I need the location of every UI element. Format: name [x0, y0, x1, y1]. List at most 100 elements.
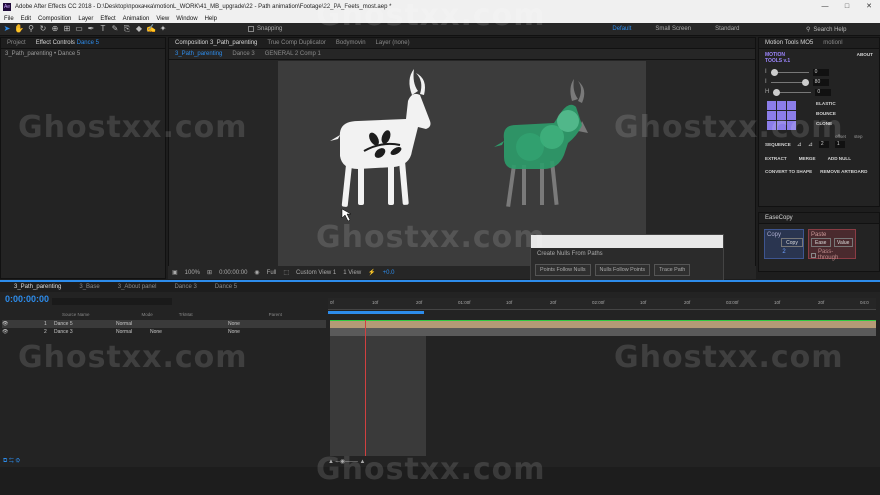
workspace-default[interactable]: Default	[612, 26, 631, 32]
bounce-button[interactable]: BOUNCE	[816, 111, 836, 116]
layer-mode[interactable]: Normal	[116, 321, 150, 327]
pan-behind-tool-icon[interactable]: ⊞	[62, 24, 72, 34]
magnification-dropdown[interactable]: 100%	[185, 270, 200, 276]
view-layout-dropdown[interactable]: 1 View	[343, 270, 361, 276]
add-null-button[interactable]: ADD NULL	[828, 156, 851, 161]
minimize-button[interactable]: —	[814, 0, 836, 14]
workspace-standard[interactable]: Standard	[715, 26, 739, 32]
timeline-search-input[interactable]	[52, 298, 172, 305]
tab-dance-5[interactable]: Dance 5	[215, 284, 237, 290]
slider-value[interactable]: 0	[815, 88, 832, 96]
copy-button[interactable]: Copy	[781, 238, 803, 247]
tab-dance-3[interactable]: Dance 3	[174, 284, 196, 290]
zoom-tool-icon[interactable]: ⚲	[26, 24, 36, 34]
col-source-name[interactable]: Source Name	[62, 312, 90, 317]
rotate-tool-icon[interactable]: ↻	[38, 24, 48, 34]
step-value[interactable]: 1	[834, 140, 845, 148]
type-tool-icon[interactable]: T	[98, 24, 108, 34]
current-time-display[interactable]: 0:00:00:00	[219, 270, 247, 276]
tab-base[interactable]: 3_Base	[79, 284, 99, 290]
elastic-button[interactable]: ELASTIC	[816, 101, 836, 106]
extract-button[interactable]: EXTRACT	[765, 156, 787, 161]
snapping-checkbox[interactable]	[248, 26, 254, 32]
menu-window[interactable]: Window	[176, 16, 197, 22]
maximize-button[interactable]: □	[836, 0, 858, 14]
clone-stamp-tool-icon[interactable]: ⎘	[122, 24, 132, 34]
layer-parent[interactable]: None	[228, 321, 240, 327]
offset-value[interactable]: 2	[818, 140, 829, 148]
always-preview-icon[interactable]: ▣	[172, 269, 178, 276]
exposure-value[interactable]: +0.0	[383, 270, 395, 276]
brush-tool-icon[interactable]: ✎	[110, 24, 120, 34]
points-follow-nulls-button[interactable]: Points Follow Nulls	[535, 264, 591, 276]
ease-slider-1[interactable]	[770, 68, 809, 76]
search-input[interactable]: Search Help	[813, 27, 846, 33]
slider-value[interactable]: 0	[812, 68, 829, 76]
convert-to-shape-button[interactable]: CONVERT TO SHAPE	[765, 169, 812, 174]
tab-composition[interactable]: Composition 3_Path_parenting	[175, 40, 257, 46]
anchor-top-center[interactable]	[777, 101, 786, 110]
menu-file[interactable]: File	[4, 16, 14, 22]
search-help[interactable]: ⚲ Search Help	[806, 25, 876, 34]
anchor-middle-left[interactable]	[767, 111, 776, 120]
camera-tool-icon[interactable]: ⊕	[50, 24, 60, 34]
rectangle-tool-icon[interactable]: ▭	[74, 24, 84, 34]
layer-row[interactable]: 👁 1 Dance 5 Normal None	[2, 320, 326, 328]
visibility-eye-icon[interactable]: 👁	[2, 321, 44, 327]
menu-effect[interactable]: Effect	[100, 16, 115, 22]
zoom-slider[interactable]: ▲ ─◉─── ▲	[328, 458, 388, 465]
slider-value[interactable]: 80	[812, 78, 829, 86]
anchor-point-grid[interactable]	[767, 101, 796, 130]
puppet-tool-icon[interactable]: ✦	[158, 24, 168, 34]
col-parent[interactable]: Parent	[269, 312, 282, 317]
tab-true-comp-duplicator[interactable]: True Comp Duplicator	[267, 40, 325, 46]
tab-project[interactable]: Project	[7, 40, 26, 46]
close-button[interactable]: ✕	[858, 0, 880, 14]
time-ruler[interactable]: 0f 10f 20f 01:00f 10f 20f 02:00f 10f 20f…	[328, 298, 876, 314]
ease-slider-3[interactable]	[773, 88, 812, 96]
fast-preview-icon[interactable]: ⚡	[368, 269, 375, 276]
pen-tool-icon[interactable]: ✒	[86, 24, 96, 34]
hand-tool-icon[interactable]: ✋	[14, 24, 24, 34]
col-mode[interactable]: Mode	[142, 312, 153, 317]
about-button[interactable]: ABOUT	[857, 52, 873, 64]
pass-through-checkbox[interactable]	[811, 252, 816, 258]
workspace-small-screen[interactable]: Small Screen	[655, 26, 691, 32]
dialog-title-bar[interactable]	[531, 235, 723, 248]
ease-button[interactable]: Ease	[811, 238, 831, 247]
layer-bar-dance-3[interactable]	[330, 328, 876, 336]
view-dropdown[interactable]: Custom View 1	[296, 270, 336, 276]
menu-view[interactable]: View	[156, 16, 169, 22]
tab-about-panel[interactable]: 3_About panel	[118, 284, 157, 290]
layer-trkmat[interactable]: None	[150, 329, 228, 335]
menu-edit[interactable]: Edit	[21, 16, 31, 22]
snapshot-icon[interactable]: ◉	[254, 269, 259, 276]
anchor-center[interactable]	[777, 111, 786, 120]
layer-row[interactable]: 👁 2 Dance 3 Normal None None	[2, 328, 326, 336]
timeline-timecode[interactable]: 0:00:00:00	[5, 294, 49, 304]
layer-name[interactable]: Dance 5	[54, 321, 116, 327]
work-area-bar[interactable]	[328, 311, 424, 314]
tab-effect-controls[interactable]: Effect Controls Dance 5	[36, 40, 99, 46]
resolution-dropdown[interactable]: Full	[267, 270, 277, 276]
layer-parent[interactable]: None	[228, 329, 240, 335]
tab-easecopy[interactable]: EaseCopy	[765, 215, 793, 221]
menu-help[interactable]: Help	[205, 16, 217, 22]
trace-path-button[interactable]: Trace Path	[654, 264, 691, 276]
clone-button[interactable]: CLONE	[816, 121, 836, 126]
anchor-bottom-center[interactable]	[777, 121, 786, 130]
selection-tool-icon[interactable]: ➤	[2, 24, 12, 34]
anchor-middle-right[interactable]	[787, 111, 796, 120]
subtab-dance-3[interactable]: Dance 3	[232, 51, 254, 57]
tab-bodymovin[interactable]: Bodymovin	[336, 40, 366, 46]
layer-mode[interactable]: Normal	[116, 329, 150, 335]
snapping-toggle[interactable]: Snapping	[248, 26, 282, 32]
anchor-bottom-left[interactable]	[767, 121, 776, 130]
anchor-bottom-right[interactable]	[787, 121, 796, 130]
timeline-footer-icons[interactable]: ⧉ ⇆ ⚙	[3, 458, 20, 465]
nulls-follow-points-button[interactable]: Nulls Follow Points	[594, 264, 651, 276]
playhead-line[interactable]	[365, 320, 366, 456]
subtab-path-parenting[interactable]: 3_Path_parenting	[175, 51, 222, 57]
ease-slider-2[interactable]	[770, 78, 809, 86]
layer-bar-dance-5[interactable]	[330, 320, 876, 328]
